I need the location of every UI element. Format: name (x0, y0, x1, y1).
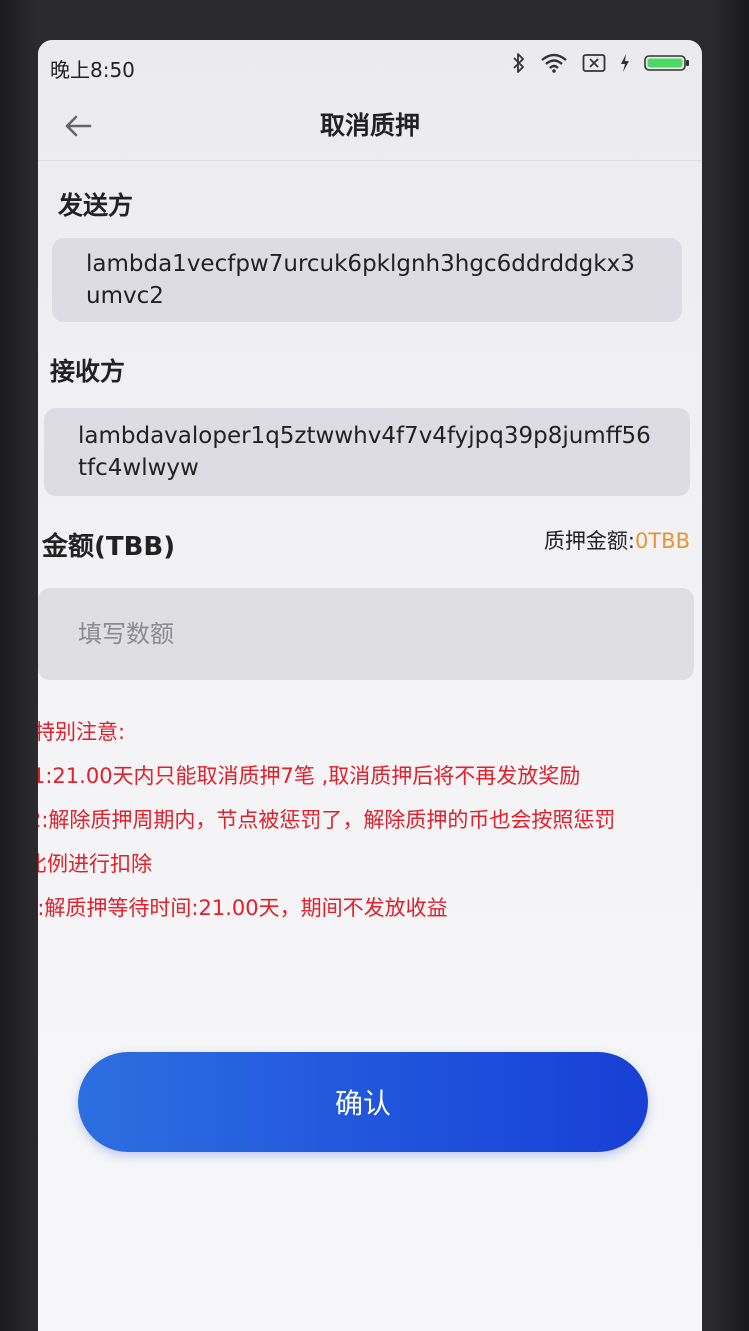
confirm-button[interactable]: 确认 (78, 1052, 648, 1152)
nav-bar: 取消质押 (38, 90, 702, 161)
notice-line-1: 1:21.00天内只能取消质押7笔 ,取消质押后将不再发放奖励 (38, 764, 581, 788)
status-time: 晚上8:50 (50, 58, 135, 82)
notice-line-2: 2:解除质押周期内，节点被惩罚了，解除质押的币也会按照惩罚 (38, 808, 616, 832)
notice-title: 特别注意: (38, 720, 126, 744)
wifi-icon (540, 53, 568, 73)
amount-label: 金额(TBB) (42, 532, 176, 562)
staked-amount-value: 0TBB (634, 529, 690, 553)
bluetooth-icon (512, 52, 526, 74)
receiver-address-field[interactable]: lambdavaloper1q5ztwwhv4f7v4fyjpq39p8jumf… (44, 408, 690, 496)
receiver-label: 接收方 (50, 357, 126, 386)
amount-input[interactable] (38, 588, 694, 680)
notice-line-3: 比例进行扣除 (38, 852, 152, 876)
staked-amount-label: 质押金额: (543, 529, 635, 553)
page-title: 取消质押 (319, 111, 420, 140)
notice-line-4: 3:解质押等待时间:21.00天，期间不发放收益 (38, 896, 448, 920)
sender-address-field[interactable]: lambda1vecfpw7urcuk6pklgnh3hgc6ddrddgkx3… (52, 238, 682, 322)
charging-icon (620, 53, 630, 73)
staked-amount-info: 质押金额:0TBB (544, 525, 690, 555)
sender-address-text: lambda1vecfpw7urcuk6pklgnh3hgc6ddrddgkx3… (86, 251, 635, 309)
status-bar: 晚上8:50 (38, 40, 702, 90)
sim-off-icon (582, 53, 606, 73)
battery-icon (644, 53, 690, 73)
status-icons (512, 52, 690, 74)
app-screen: 晚上8:50 取消质押 发送方 lambda1vecfpw7urcuk6pklg… (38, 40, 702, 1331)
receiver-address-text: lambdavaloper1q5ztwwhv4f7v4fyjpq39p8jumf… (78, 423, 651, 481)
sender-label: 发送方 (58, 191, 134, 220)
